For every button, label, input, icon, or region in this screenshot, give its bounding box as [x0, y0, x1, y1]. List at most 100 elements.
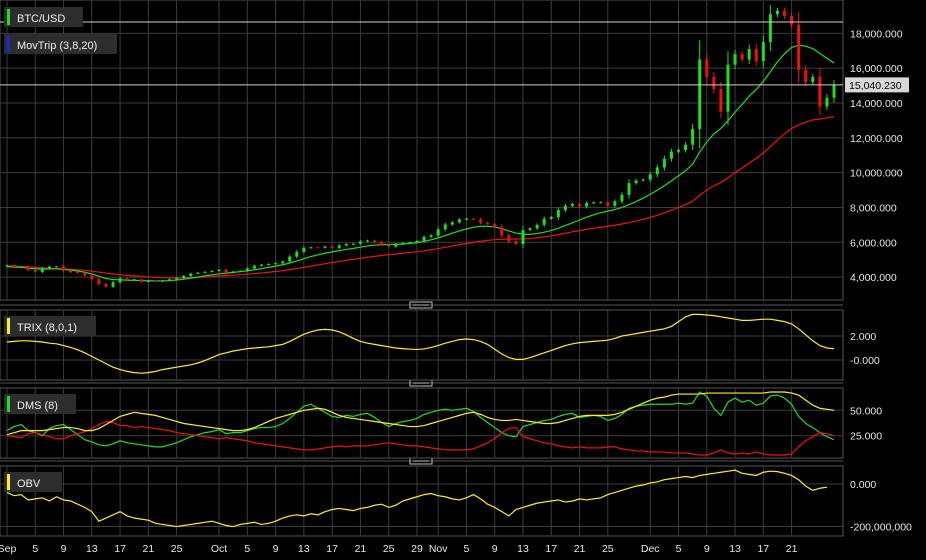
candle-body	[132, 279, 136, 281]
candle-body	[19, 266, 23, 268]
candle-body	[507, 235, 511, 242]
candle-body	[54, 266, 58, 268]
candle-body	[542, 218, 546, 225]
candle-body	[521, 230, 525, 245]
candle-body	[415, 240, 419, 243]
x-tick-label: Nov	[429, 543, 448, 555]
candle-body	[196, 272, 200, 274]
legend-obv[interactable]: OBV	[4, 472, 62, 492]
candle-body	[337, 245, 341, 248]
legend-dms[interactable]: DMS (8)	[4, 394, 76, 414]
candle-body	[153, 280, 157, 282]
x-tick-label: 13	[517, 543, 529, 555]
chart-canvas[interactable]: 4,000.000 6,000.000 8,000.000 10,000.000 12,…	[0, 0, 926, 560]
candle-body	[655, 167, 659, 175]
candle-body	[344, 244, 348, 246]
x-tick-label: 21	[355, 543, 367, 555]
y-tick-label: 50.000	[850, 405, 882, 417]
candle-body	[740, 54, 744, 60]
candle-body	[76, 272, 80, 274]
legend-movtrip[interactable]: MovTrip (3,8,20)	[4, 34, 117, 54]
x-tick-label: 17	[545, 543, 557, 555]
candle-body	[500, 226, 504, 236]
candle-body	[641, 179, 645, 181]
candle-body	[203, 271, 207, 273]
candle-body	[472, 218, 476, 220]
candle-body	[373, 240, 377, 243]
candle-body	[281, 261, 285, 264]
candle-body	[768, 14, 772, 43]
candle-body	[259, 264, 263, 266]
candle-body	[599, 202, 603, 204]
candle-body	[238, 270, 242, 272]
candle-body	[606, 202, 610, 206]
x-tick-label: 25	[171, 543, 183, 555]
y-tick-label: 2.000	[850, 331, 876, 343]
candle-body	[365, 240, 369, 242]
candle-body	[274, 263, 278, 265]
y-tick-label: 4,000.000	[850, 272, 897, 284]
candle-body	[394, 244, 398, 247]
candle-body	[797, 24, 801, 70]
x-tick-label: 29	[411, 543, 423, 555]
last-price-label: 15,040.230	[849, 80, 902, 92]
candle-body	[189, 273, 193, 276]
candle-body	[408, 242, 412, 244]
candle-body	[479, 219, 483, 223]
x-tick-label: 21	[574, 543, 586, 555]
candle-body	[535, 224, 539, 229]
candle-body	[97, 279, 101, 285]
candle-body	[139, 279, 143, 282]
candle-body	[443, 224, 447, 230]
candle-body	[210, 271, 214, 273]
candle-body	[563, 205, 567, 211]
candle-body	[783, 10, 787, 16]
x-tick-label: 13	[298, 543, 310, 555]
candle-body	[790, 15, 794, 25]
candle-body	[26, 266, 30, 271]
x-tick-label: 9	[492, 543, 498, 555]
candle-body	[832, 84, 836, 98]
candle-body	[252, 265, 256, 269]
candle-body	[351, 243, 355, 245]
legend-trix-label: TRIX (8,0,1)	[17, 322, 77, 334]
candle-body	[811, 76, 815, 83]
y-tick-label: 8,000.000	[850, 202, 897, 214]
candle-body	[245, 268, 249, 271]
candle-body	[401, 242, 405, 245]
candle-body	[40, 268, 44, 272]
candle-body	[111, 282, 115, 287]
candle-body	[450, 222, 454, 225]
candle-body	[83, 273, 87, 276]
candle-body	[457, 219, 461, 223]
candle-body	[676, 150, 680, 152]
candle-body	[585, 202, 589, 207]
y-tick-label: 16,000.000	[850, 63, 903, 75]
candle-body	[5, 265, 9, 267]
x-tick-label: 21	[786, 543, 798, 555]
candle-body	[146, 280, 150, 282]
candle-body	[754, 49, 758, 62]
last-price-tag: 15,040.230	[845, 77, 909, 93]
legend-btcusd[interactable]: BTC/USD	[4, 7, 83, 27]
candle-body	[691, 129, 695, 145]
candle-body	[436, 229, 440, 236]
candle-body	[493, 224, 497, 227]
candle-body	[33, 270, 37, 272]
y-tick-label: 18,000.000	[850, 28, 903, 40]
y-tick-label: -200,000,000	[850, 522, 912, 534]
legend-trix[interactable]: TRIX (8,0,1)	[4, 316, 96, 336]
candle-body	[231, 271, 235, 273]
candle-body	[662, 158, 666, 168]
legend-dms-label: DMS (8)	[17, 400, 58, 412]
candle-body	[719, 89, 723, 112]
candle-body	[12, 265, 16, 268]
candle-body	[217, 269, 221, 272]
candle-body	[620, 194, 624, 202]
candle-body	[302, 247, 306, 252]
trix-color-swatch	[7, 318, 10, 334]
legend-btcusd-label: BTC/USD	[17, 13, 65, 25]
candle-body	[818, 76, 822, 107]
x-tick-label: 9	[704, 543, 710, 555]
candle-body	[323, 246, 327, 248]
